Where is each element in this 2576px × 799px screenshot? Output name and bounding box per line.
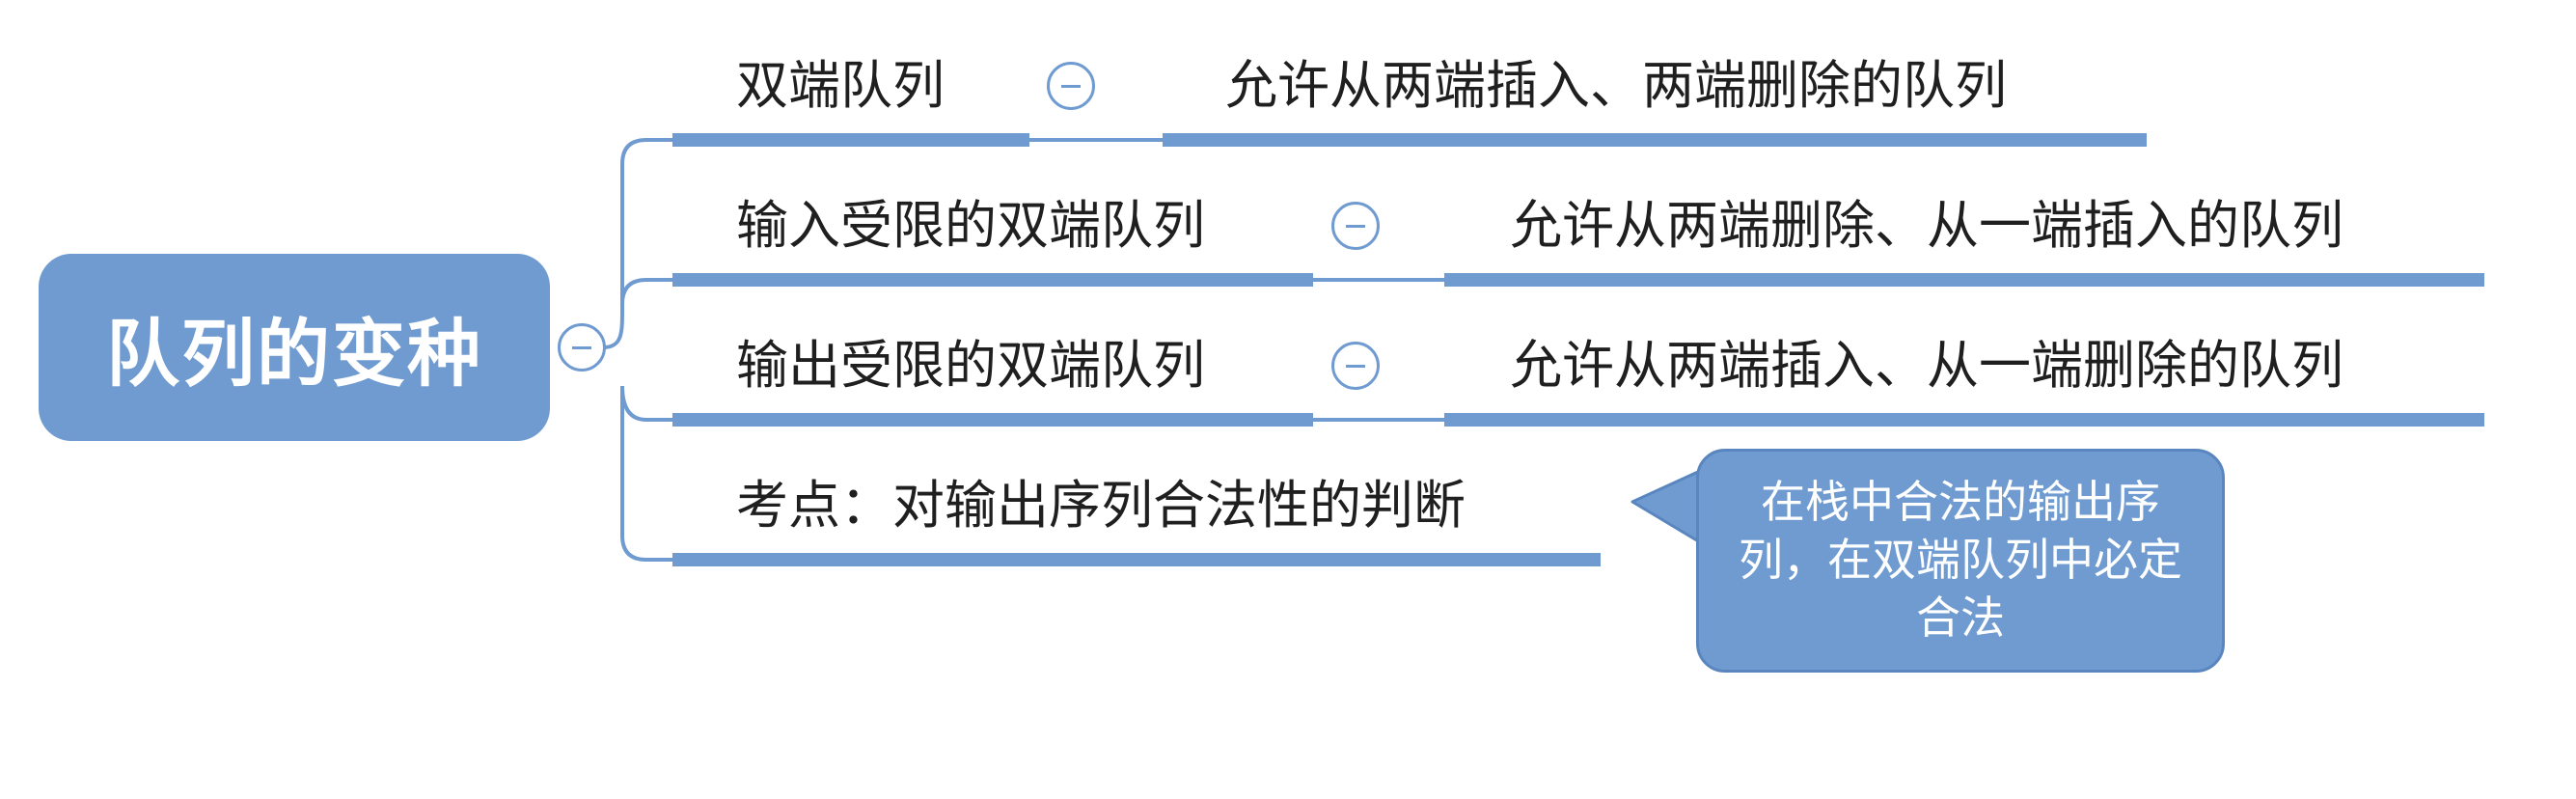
callout-note[interactable]: 在栈中合法的输出序列，在双端队列中必定合法 (1696, 449, 2225, 673)
callout-pointer (1631, 469, 1702, 544)
callout-text: 在栈中合法的输出序列，在双端队列中必定合法 (1739, 476, 2182, 644)
